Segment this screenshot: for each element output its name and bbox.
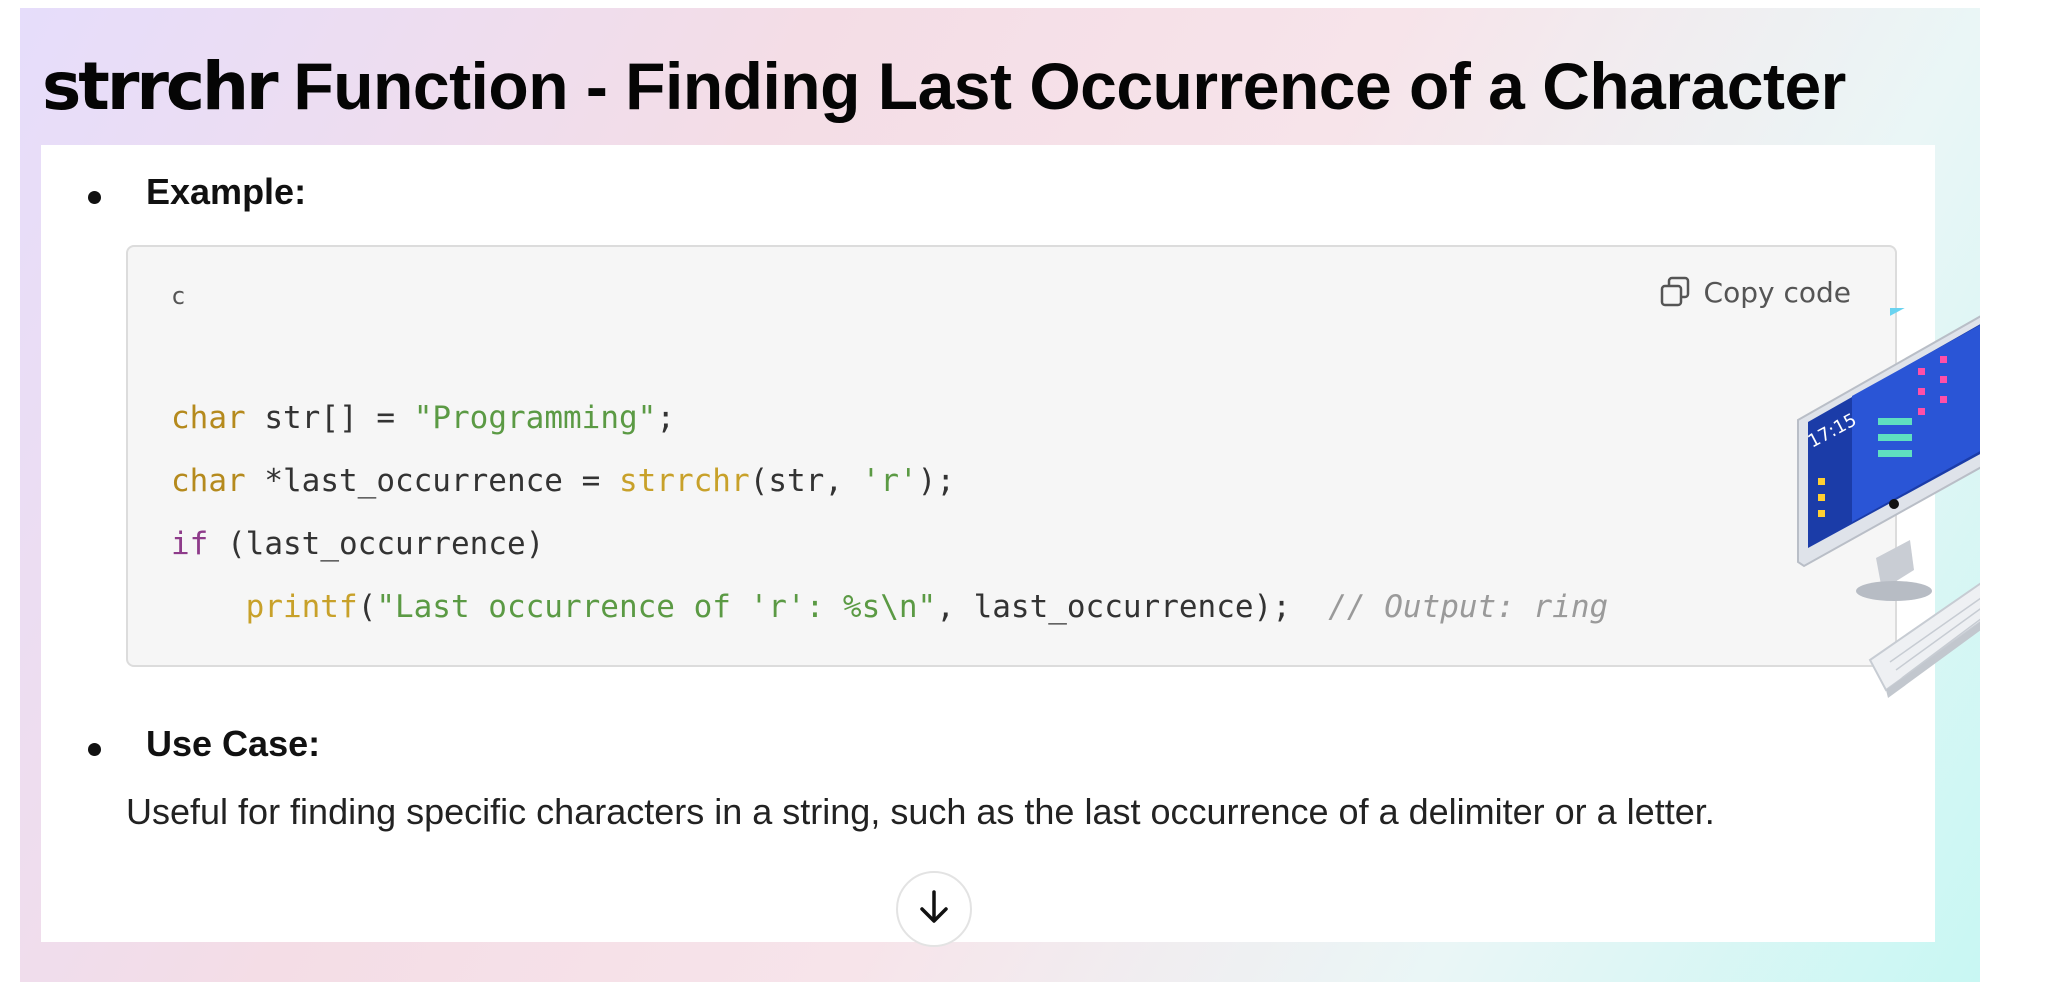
content-panel: Example: c Copy code char str[] = "Progr… xyxy=(41,145,1935,947)
copy-icon xyxy=(1658,275,1692,309)
code-line: char str[] = "Programming"; xyxy=(171,400,675,436)
copy-code-button[interactable]: Copy code xyxy=(1658,275,1851,309)
slide-title: strrchr Function - Finding Last Occurren… xyxy=(42,48,1846,125)
copy-code-label: Copy code xyxy=(1703,275,1851,309)
arrow-down-icon xyxy=(917,889,951,929)
computer-illustration: 17:15 xyxy=(1790,274,1980,712)
slide: strrchr Function - Finding Last Occurren… xyxy=(20,8,1980,982)
title-code-word: strrchr xyxy=(42,48,279,125)
code-content[interactable]: char str[] = "Programming"; char *last_o… xyxy=(171,387,1608,639)
code-line: printf("Last occurrence of 'r': %s\n", l… xyxy=(245,589,1609,625)
bullet-dot xyxy=(88,743,101,756)
title-text: Function - Finding Last Occurrence of a … xyxy=(275,49,1846,123)
use-case-text: Useful for finding specific characters i… xyxy=(126,791,1715,832)
code-language-label: c xyxy=(171,282,186,310)
code-line: if (last_occurrence) xyxy=(171,526,545,562)
bullet-dot xyxy=(88,191,101,204)
use-case-label: Use Case: xyxy=(146,723,321,764)
example-label: Example: xyxy=(146,171,307,212)
code-line: char *last_occurrence = strrchr(str, 'r'… xyxy=(171,463,955,499)
scroll-down-button[interactable] xyxy=(896,871,972,947)
code-block: c Copy code char str[] = "Programming"; … xyxy=(126,245,1897,667)
